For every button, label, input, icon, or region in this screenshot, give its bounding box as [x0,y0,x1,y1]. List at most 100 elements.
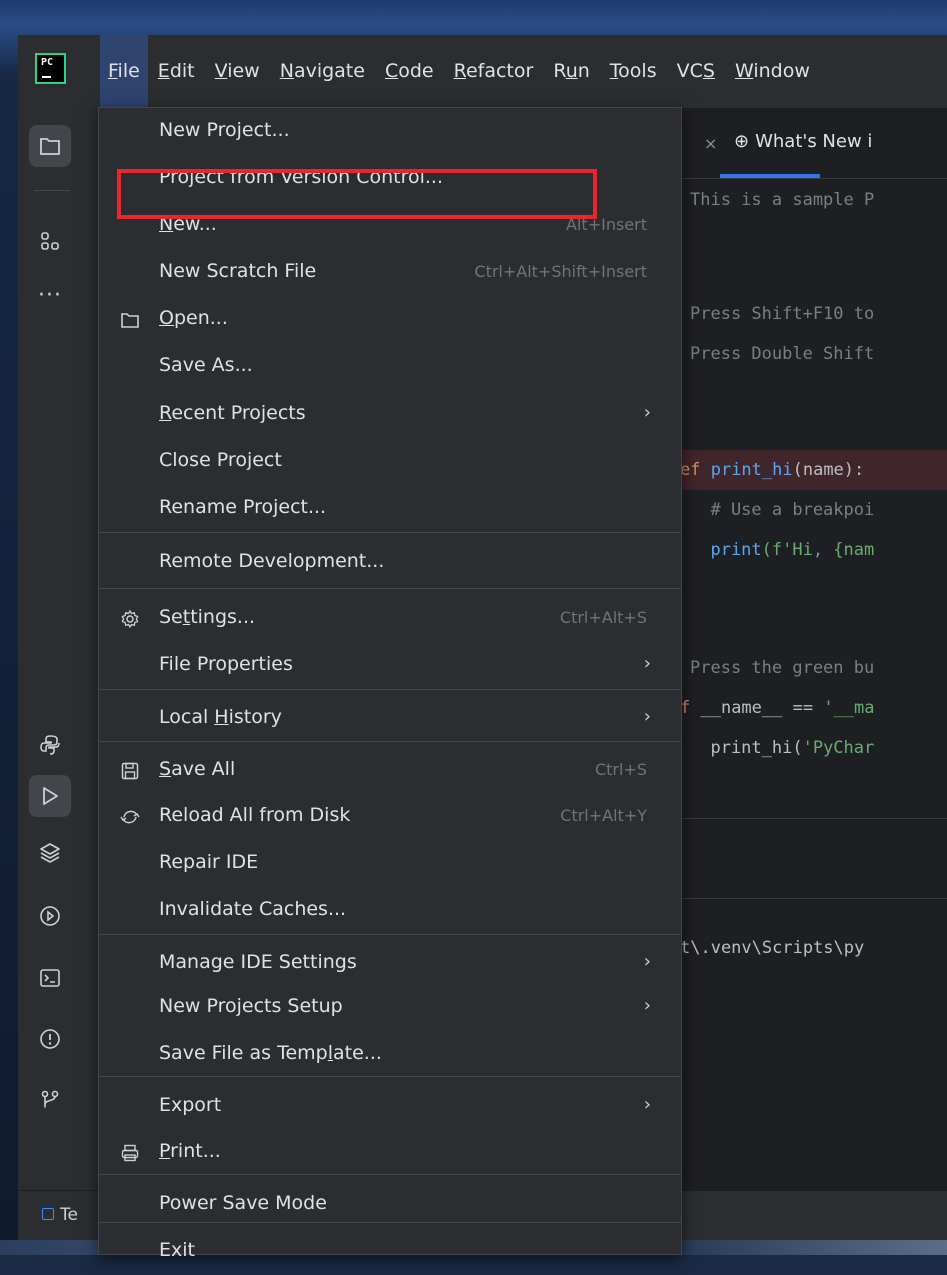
menu-separator [99,741,681,742]
menu-refactor[interactable]: Refactor [444,35,544,108]
code-line-3[interactable]: Press Double Shift [690,344,874,364]
code-line-1[interactable]: This is a sample P [690,190,874,210]
code-line-main[interactable]: f __name__ == '__ma [680,698,875,718]
run-toolbar-divider [678,898,947,899]
code-line-print[interactable]: print(f'Hi, {nam [690,540,874,560]
file-menu-item-label: Remote Development... [159,550,385,572]
chevron-right-icon: › [643,951,651,972]
menu-separator [99,588,681,589]
file-menu-item-label: Reload All from Disk [159,804,351,826]
file-menu-item-save-file-as-template[interactable]: Save File as Template... [99,1031,681,1078]
tab-whats-new[interactable]: ⊕ What's New i [734,131,872,152]
file-menu-item-close-project[interactable]: Close Project [99,438,681,485]
file-menu-item-print[interactable]: Print... [99,1129,681,1176]
file-menu-item-label: New Scratch File [159,260,317,282]
menu-file[interactable]: File [100,35,148,108]
menu-vcs[interactable]: VCS [667,35,725,108]
layers-icon[interactable] [29,831,71,873]
python-packages-icon[interactable] [29,724,71,766]
file-menu-dropdown: New Project... Project from Version Contr… [98,107,682,1261]
file-menu-item-rename-project[interactable]: Rename Project... [99,485,681,532]
menu-tools[interactable]: Tools [600,35,667,108]
git-branch-icon[interactable] [29,1079,71,1121]
code-line-press-green[interactable]: Press the green bu [690,658,874,678]
more-tools-icon[interactable]: ··· [29,274,71,316]
file-menu-item-invalidate-caches[interactable]: Invalidate Caches... [99,887,681,934]
status-project-label: Te [60,1205,78,1225]
menu-run[interactable]: Run [543,35,599,108]
left-tool-window-bar: ··· [18,108,99,1240]
file-menu-item-new-projects-setup[interactable]: New Projects Setup › [99,984,681,1031]
file-menu-item-shortcut: Ctrl+Alt+S [559,608,647,627]
file-menu-item-local-history[interactable]: Local History › [99,695,681,742]
file-menu-item-label: Rename Project... [159,496,327,518]
pycharm-logo-icon[interactable]: PC [35,53,66,84]
file-menu-item-open[interactable]: Open... [99,296,681,343]
file-menu-item-shortcut: Ctrl+Alt+Shift+Insert [474,262,647,281]
file-menu-item-label: File Properties [159,653,293,675]
reload-icon [119,806,141,828]
code-line-comment[interactable]: # Use a breakpoi [690,500,874,520]
file-menu-item-label: Save As... [159,354,253,376]
editor-area: × ⊕ What's New i This is a sample P Press… [678,108,947,1190]
terminal-icon[interactable] [29,957,71,999]
menu-separator [99,1222,681,1223]
file-menu-item-exit[interactable]: Exit [99,1228,681,1275]
folder-icon [119,309,141,331]
file-menu-item-power-save-mode[interactable]: Power Save Mode [99,1181,681,1228]
tab-close-icon[interactable]: × [704,134,717,153]
file-menu-item-new-project[interactable]: New Project... [99,108,681,155]
project-folder-icon[interactable] [29,125,71,167]
file-menu-item-shortcut: Ctrl+Alt+Y [560,806,647,825]
menu-separator [99,1076,681,1077]
file-menu-item-label: New Project... [159,119,290,141]
title-bar: PC File Edit View Navigate Code Refactor Run To… [18,35,947,109]
chevron-right-icon: › [643,653,651,674]
run-icon[interactable] [29,775,71,817]
file-menu-item-label: Exit [159,1239,195,1261]
save-icon [119,760,141,782]
file-menu-item-label: Manage IDE Settings [159,951,357,973]
menu-separator [99,934,681,935]
file-menu-item-save-as[interactable]: Save As... [99,343,681,390]
file-menu-item-shortcut: Ctrl+S [594,760,647,779]
menu-navigate[interactable]: Navigate [270,35,375,108]
tab-label: What's New i [755,131,873,152]
file-menu-item-label: Print... [159,1140,221,1162]
file-menu-item-label: Power Save Mode [159,1192,327,1214]
editor-tab-bar: × ⊕ What's New i [678,108,947,179]
code-line-call[interactable]: print_hi('PyChar [690,738,874,758]
project-square-icon [42,1208,54,1220]
globe-icon: ⊕ [734,131,750,152]
file-menu-item-manage-ide-settings[interactable]: Manage IDE Settings › [99,940,681,987]
file-menu-item-reload-all-from-disk[interactable]: Reload All from Disk Ctrl+Alt+Y [99,793,681,840]
menu-code[interactable]: Code [375,35,444,108]
run-output-line: t\.venv\Scripts\py [680,938,865,958]
main-menu-bar: File Edit View Navigate Code Refactor Run Tools… [100,35,820,108]
active-tab-indicator [720,174,820,178]
file-menu-item-recent-projects[interactable]: Recent Projects › [99,391,681,438]
chevron-right-icon: › [643,1094,651,1115]
file-menu-item-label: Local History [159,706,282,728]
file-menu-item-remote-development[interactable]: Remote Development... [99,539,681,586]
menu-window[interactable]: Window [725,35,820,108]
file-menu-item-save-all[interactable]: Save All Ctrl+S [99,747,681,794]
chevron-right-icon: › [643,995,651,1016]
status-project-widget[interactable]: Te [42,1205,78,1225]
file-menu-item-file-properties[interactable]: File Properties › [99,642,681,689]
file-menu-item-settings[interactable]: Settings... Ctrl+Alt+S [99,595,681,642]
file-menu-item-repair-ide[interactable]: Repair IDE [99,840,681,887]
structure-icon[interactable] [29,220,71,262]
chevron-right-icon: › [643,402,651,423]
file-menu-item-label: Open... [159,307,228,329]
file-menu-item-label: New Projects Setup [159,995,343,1017]
problems-icon[interactable] [29,1018,71,1060]
code-line-def[interactable]: ef print_hi(name): [680,460,864,480]
file-menu-item-export[interactable]: Export › [99,1083,681,1130]
menu-view[interactable]: View [205,35,270,108]
file-menu-item-new-scratch-file[interactable]: New Scratch File Ctrl+Alt+Shift+Insert [99,249,681,296]
services-icon[interactable] [29,895,71,937]
logo-text: PC [41,57,54,68]
code-line-2[interactable]: Press Shift+F10 to [690,304,874,324]
menu-edit[interactable]: Edit [148,35,205,108]
